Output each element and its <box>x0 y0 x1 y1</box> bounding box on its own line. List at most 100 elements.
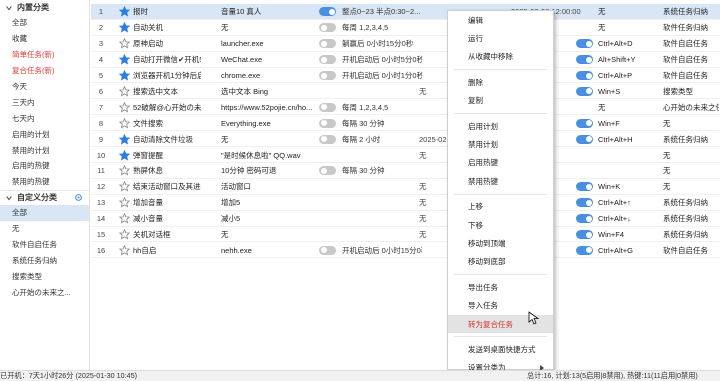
table-row[interactable]: 2自动关机无每周 1,2,3,4,518无软件任务归纳 <box>91 20 720 36</box>
sidebar-item[interactable]: 启用的热键 <box>0 158 89 174</box>
sidebar-item[interactable]: 禁用的计划 <box>0 142 89 158</box>
hotkey-toggle[interactable] <box>576 245 593 255</box>
schedule-toggle[interactable] <box>319 39 336 49</box>
schedule-toggle[interactable] <box>319 166 336 176</box>
star-outline-icon[interactable] <box>119 85 130 97</box>
hotkey-toggle-cell[interactable] <box>576 131 594 147</box>
hotkey-toggle-cell[interactable] <box>576 179 594 195</box>
favorite-cell[interactable] <box>119 227 131 243</box>
favorite-cell[interactable] <box>119 147 131 163</box>
menu-item[interactable]: 运行 <box>448 29 553 47</box>
favorite-cell[interactable] <box>119 84 131 100</box>
table-row[interactable]: 15 关机对话框无无 Win+F4 系统任务归纳 <box>91 227 720 243</box>
hotkey-toggle[interactable] <box>576 230 593 240</box>
hotkey-toggle-cell[interactable] <box>576 84 594 100</box>
star-filled-icon[interactable] <box>119 133 130 145</box>
menu-item[interactable]: 移动到底部 <box>448 253 553 271</box>
hotkey-toggle[interactable] <box>576 39 593 49</box>
schedule-toggle-cell[interactable] <box>319 52 337 68</box>
custom-category-header[interactable]: 自定义分类 <box>0 189 89 205</box>
favorite-cell[interactable] <box>119 211 131 227</box>
menu-item[interactable]: 发送到桌面快捷方式 <box>448 340 553 358</box>
star-outline-icon[interactable] <box>119 197 130 208</box>
table-row[interactable]: 12 结束活动窗口及其进程 活动窗口无 Win+K 无 <box>91 179 720 195</box>
sidebar-item[interactable]: 复合任务(新) <box>0 63 89 79</box>
schedule-toggle-cell[interactable] <box>319 68 337 84</box>
hotkey-toggle[interactable] <box>576 182 593 192</box>
hotkey-toggle[interactable] <box>576 55 593 65</box>
sidebar-item[interactable]: 全部 <box>0 15 89 31</box>
star-outline-icon[interactable] <box>119 38 130 49</box>
menu-item[interactable]: 启用热键 <box>448 154 553 172</box>
sidebar-item[interactable]: 简单任务(新) <box>0 47 89 63</box>
schedule-toggle-cell[interactable] <box>319 36 337 52</box>
favorite-cell[interactable] <box>119 243 131 259</box>
favorite-cell[interactable] <box>119 36 131 52</box>
favorite-cell[interactable] <box>119 115 131 131</box>
sidebar-item[interactable]: 七天内 <box>0 110 89 126</box>
schedule-toggle-cell[interactable] <box>319 4 337 20</box>
menu-item[interactable]: 导出任务 <box>448 278 553 296</box>
hotkey-toggle-cell[interactable] <box>576 211 594 227</box>
favorite-cell[interactable] <box>119 20 131 36</box>
schedule-toggle[interactable] <box>319 134 336 144</box>
menu-item[interactable]: 启用计划 <box>448 117 553 135</box>
table-row[interactable]: 1报时音量10 真人整点0~23 半点0:30~2...2025-02-06 1… <box>91 4 720 20</box>
sidebar-item[interactable]: 今天 <box>0 79 89 95</box>
favorite-cell[interactable] <box>119 179 131 195</box>
menu-item[interactable]: 编辑 <box>448 11 553 29</box>
hotkey-toggle[interactable] <box>576 134 593 144</box>
favorite-cell[interactable] <box>119 4 131 20</box>
schedule-toggle[interactable] <box>319 102 336 112</box>
menu-item[interactable]: 删除 <box>448 73 553 91</box>
menu-item[interactable]: 下移 <box>448 216 553 234</box>
star-outline-icon[interactable] <box>119 101 130 113</box>
sidebar-item[interactable]: 收藏 <box>0 31 89 47</box>
star-outline-icon[interactable] <box>119 165 130 177</box>
star-filled-icon[interactable] <box>119 22 130 33</box>
gear-icon[interactable] <box>74 193 83 202</box>
schedule-toggle[interactable] <box>319 7 336 17</box>
schedule-toggle[interactable] <box>319 118 336 128</box>
table-row[interactable]: 3 原神启动 launcher.exe 躺赢后 0小时15分0秒 Ctrl+Alt+D 软… <box>91 36 720 52</box>
favorite-cell[interactable] <box>119 99 131 115</box>
star-outline-icon[interactable] <box>119 244 130 256</box>
sidebar-item[interactable]: 全部 <box>0 204 89 221</box>
favorite-cell[interactable] <box>119 68 131 84</box>
schedule-toggle-cell[interactable] <box>319 115 337 131</box>
sidebar-item[interactable]: 软件自启任务 <box>0 237 89 253</box>
hotkey-toggle-cell[interactable] <box>576 195 594 211</box>
table-row[interactable]: 16 hh自启 nehh.exe 开机启动后 0小时15分0秒下次启动 Ctrl+Alt… <box>91 243 720 259</box>
hotkey-toggle[interactable] <box>576 118 593 128</box>
favorite-cell[interactable] <box>119 131 131 147</box>
menu-item[interactable]: 复制 <box>448 92 553 110</box>
sidebar-item[interactable]: 无 <box>0 221 89 237</box>
hotkey-toggle[interactable] <box>576 86 593 96</box>
table-row[interactable]: 10 弹窗提醒 "是时候休息啦" QQ.wav 无无 <box>91 147 720 163</box>
menu-item[interactable]: 禁用计划 <box>448 135 553 153</box>
star-outline-icon[interactable] <box>119 117 130 129</box>
hotkey-toggle-cell[interactable] <box>576 52 594 68</box>
star-filled-icon[interactable] <box>119 54 130 65</box>
schedule-toggle-cell[interactable] <box>319 131 337 147</box>
menu-item[interactable]: 禁用热键 <box>448 172 553 190</box>
sidebar-item[interactable]: 心开始の未来之... <box>0 284 89 300</box>
hotkey-toggle-cell[interactable] <box>576 243 594 259</box>
favorite-cell[interactable] <box>119 52 131 68</box>
schedule-toggle[interactable] <box>319 71 336 81</box>
table-row[interactable]: 6 搜索选中文本 选中文本 Bing 无 Win+S 搜索类型 <box>91 84 720 100</box>
favorite-cell[interactable] <box>119 195 131 211</box>
builtin-category-header[interactable]: 内置分类 <box>0 0 89 15</box>
hotkey-toggle[interactable] <box>576 198 593 208</box>
schedule-toggle-cell[interactable] <box>319 20 337 36</box>
schedule-toggle-cell[interactable] <box>319 163 337 179</box>
sidebar-item[interactable]: 禁用的热键 <box>0 174 89 190</box>
star-filled-icon[interactable] <box>119 6 130 18</box>
schedule-toggle-cell[interactable] <box>319 243 337 259</box>
schedule-toggle[interactable] <box>319 55 336 65</box>
table-row[interactable]: 14 减小音量 减小5 无 Ctrl+Alt+↓ 系统任务归纳 <box>91 211 720 227</box>
table-row[interactable]: 11 熟屏休息 10分钟 密码可退 每隔 30 分钟 无 <box>91 163 720 179</box>
favorite-cell[interactable] <box>119 163 131 179</box>
table-row[interactable]: 13 增加音量 增加5 无 Ctrl+Alt+↑ 系统任务归纳 <box>91 195 720 211</box>
sidebar-item[interactable]: 搜索类型 <box>0 268 89 284</box>
